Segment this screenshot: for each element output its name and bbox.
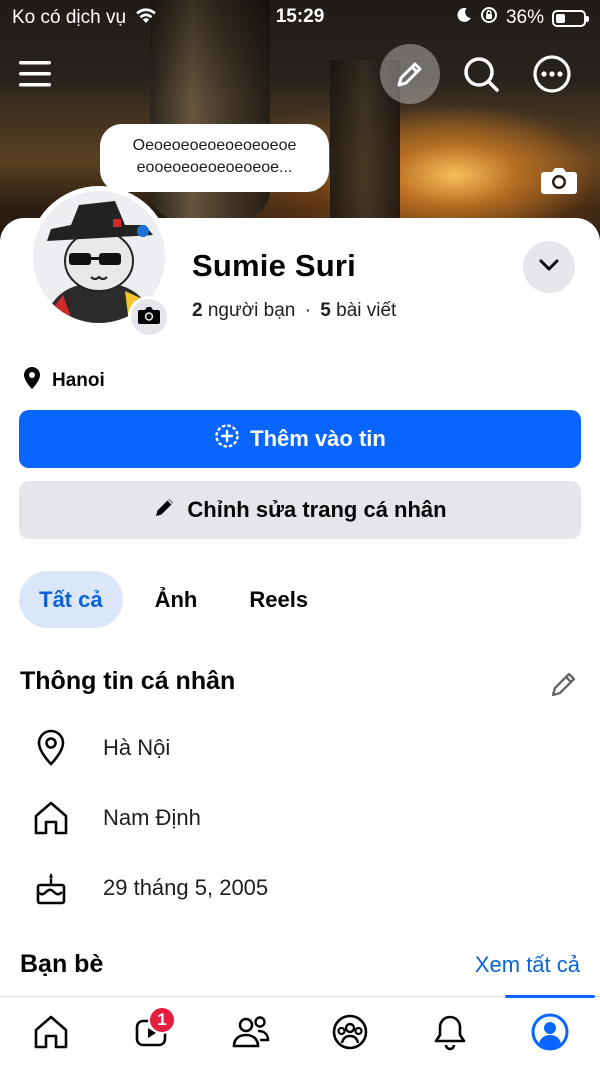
plus-circle-icon bbox=[214, 423, 240, 455]
video-notification-badge: 1 bbox=[148, 1006, 176, 1034]
posts-label: bài viết bbox=[336, 300, 397, 321]
add-to-story-button[interactable]: Thêm vào tin bbox=[19, 410, 581, 468]
carrier-label: Ko có dịch vụ bbox=[12, 7, 127, 28]
friends-count[interactable]: 2 bbox=[192, 300, 203, 321]
hometown-text: Nam Định bbox=[103, 805, 201, 830]
status-right-group: 36% bbox=[456, 6, 589, 30]
birthday-text: 29 tháng 5, 2005 bbox=[103, 875, 269, 900]
notifications-icon[interactable] bbox=[427, 1009, 473, 1055]
battery-icon bbox=[552, 9, 589, 27]
profile-switch-button[interactable] bbox=[523, 241, 575, 293]
tab-photos[interactable]: Ảnh bbox=[135, 571, 218, 628]
stats-separator: · bbox=[304, 300, 311, 321]
carrier-group: Ko có dịch vụ bbox=[12, 6, 158, 30]
profile-icon[interactable] bbox=[527, 1009, 573, 1055]
location-label: Hanoi bbox=[52, 370, 105, 391]
posts-count: 5 bbox=[320, 300, 331, 321]
note-text-line1: Oeoeoeoeoeoeoeoeoe bbox=[132, 137, 297, 154]
personal-info-title: Thông tin cá nhân bbox=[20, 667, 236, 695]
bottom-nav bbox=[0, 995, 600, 1067]
wifi-icon bbox=[134, 6, 158, 30]
camera-icon bbox=[137, 305, 161, 330]
info-row-current-city: Hà Nội bbox=[30, 727, 170, 769]
profile-tabs: Tất cả Ảnh Reels bbox=[19, 571, 328, 628]
moon-icon bbox=[456, 7, 472, 29]
friends-icon[interactable] bbox=[228, 1009, 274, 1055]
current-city-text: Hà Nội bbox=[103, 735, 171, 760]
edit-profile-button[interactable]: Chỉnh sửa trang cá nhân bbox=[19, 481, 581, 539]
chevron-down-icon bbox=[538, 258, 560, 277]
birthday-cake-icon bbox=[30, 867, 72, 909]
note-text-line2: eooeoeoeoeoeoeoe... bbox=[136, 159, 293, 176]
tab-all[interactable]: Tất cả bbox=[19, 571, 123, 628]
tab-reels[interactable]: Reels bbox=[229, 571, 328, 628]
status-bar: Ko có dịch vụ 15:29 36% bbox=[0, 0, 600, 34]
profile-name: Sumie Suri bbox=[192, 248, 356, 283]
avatar-camera-button[interactable] bbox=[128, 296, 170, 338]
search-icon[interactable] bbox=[459, 52, 503, 96]
edit-details-icon[interactable] bbox=[548, 668, 580, 700]
battery-fill bbox=[556, 13, 565, 23]
info-row-hometown: Nam Định bbox=[30, 797, 201, 839]
see-all-friends-link[interactable]: Xem tất cả bbox=[475, 952, 580, 978]
location-pin-icon bbox=[30, 727, 72, 769]
home-icon bbox=[30, 797, 72, 839]
friends-section-title: Bạn bè bbox=[20, 950, 104, 978]
profile-stats: 2 người bạn · 5 bài viết bbox=[192, 300, 396, 322]
profile-sheet bbox=[0, 218, 600, 1067]
note-bubble[interactable]: Oeoeoeoeoeoeoeoeoe eooeoeoeoeoeoeoe... bbox=[100, 124, 329, 192]
home-icon[interactable] bbox=[28, 1009, 74, 1055]
battery-percent: 36% bbox=[505, 7, 544, 28]
groups-icon[interactable] bbox=[327, 1009, 373, 1055]
more-icon[interactable] bbox=[530, 52, 574, 96]
location-pin-icon bbox=[22, 366, 42, 396]
info-row-birthday: 29 tháng 5, 2005 bbox=[30, 867, 268, 909]
orientation-lock-icon bbox=[480, 6, 498, 30]
pencil-icon[interactable] bbox=[380, 44, 440, 104]
profile-location: Hanoi bbox=[22, 366, 105, 396]
menu-icon[interactable] bbox=[13, 52, 57, 96]
edit-profile-label: Chỉnh sửa trang cá nhân bbox=[187, 497, 447, 522]
cover-camera-icon[interactable] bbox=[540, 165, 578, 195]
active-tab-indicator bbox=[505, 995, 595, 998]
add-to-story-label: Thêm vào tin bbox=[250, 426, 386, 451]
friends-label[interactable]: người bạn bbox=[208, 300, 296, 321]
pencil-icon bbox=[153, 495, 177, 525]
